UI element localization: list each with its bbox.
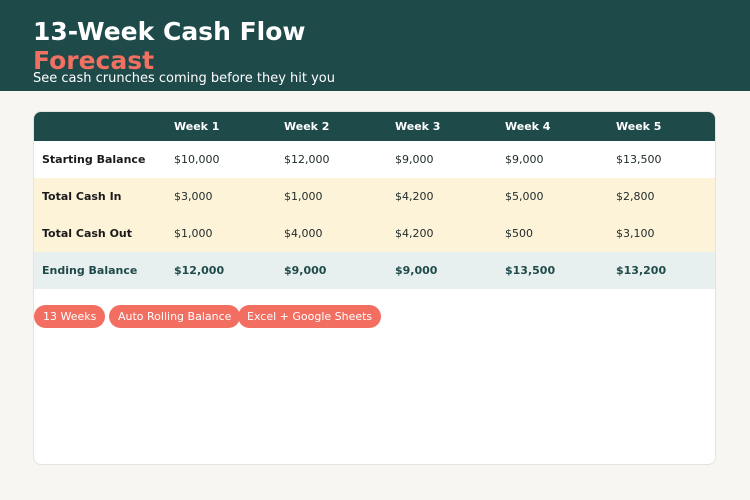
page-subtitle: See cash crunches coming before they hit… xyxy=(33,71,335,86)
table-cell: $13,500 xyxy=(505,264,556,277)
table-row-starting-balance: Starting Balance $10,000 $12,000 $9,000 … xyxy=(34,141,715,178)
table-cell: $9,000 xyxy=(505,153,544,166)
table-cell: $9,000 xyxy=(284,264,327,277)
table-row-total-cash-out: Total Cash Out $1,000 $4,000 $4,200 $500… xyxy=(34,215,715,252)
table-cell: $4,200 xyxy=(395,190,434,203)
table-header-row: Week 1 Week 2 Week 3 Week 4 Week 5 xyxy=(34,112,715,141)
row-label: Total Cash Out xyxy=(42,227,133,240)
row-label: Total Cash In xyxy=(42,190,122,203)
table-cell: $4,000 xyxy=(284,227,323,240)
column-header-week-1: Week 1 xyxy=(174,120,220,133)
table-cell: $2,800 xyxy=(616,190,655,203)
row-label: Starting Balance xyxy=(42,153,146,166)
table-cell: $9,000 xyxy=(395,264,438,277)
table-cell: $12,000 xyxy=(284,153,330,166)
cash-flow-table: Week 1 Week 2 Week 3 Week 4 Week 5 Start… xyxy=(34,112,715,289)
table-cell: $1,000 xyxy=(284,190,323,203)
page-header: 13-Week Cash Flow Forecast See cash crun… xyxy=(0,0,750,91)
table-cell: $3,100 xyxy=(616,227,655,240)
table-cell: $13,500 xyxy=(616,153,662,166)
forecast-card: Week 1 Week 2 Week 3 Week 4 Week 5 Start… xyxy=(33,111,716,465)
table-cell: $13,200 xyxy=(616,264,667,277)
row-label: Ending Balance xyxy=(42,264,138,277)
column-header-week-3: Week 3 xyxy=(395,120,441,133)
table-cell: $5,000 xyxy=(505,190,544,203)
tag-13-weeks: 13 Weeks xyxy=(34,305,106,328)
table-cell: $1,000 xyxy=(174,227,213,240)
table-cell: $4,200 xyxy=(395,227,434,240)
column-header-week-5: Week 5 xyxy=(616,120,662,133)
tag-excel-google-sheets: Excel + Google Sheets xyxy=(238,305,382,328)
table-cell: $10,000 xyxy=(174,153,220,166)
table-row-total-cash-in: Total Cash In $3,000 $1,000 $4,200 $5,00… xyxy=(34,178,715,215)
table-cell: $12,000 xyxy=(174,264,225,277)
column-header-week-4: Week 4 xyxy=(505,120,551,133)
tag-auto-rolling-balance: Auto Rolling Balance xyxy=(109,305,241,328)
table-cell: $3,000 xyxy=(174,190,213,203)
table-row-ending-balance: Ending Balance $12,000 $9,000 $9,000 $13… xyxy=(34,252,715,289)
column-header-week-2: Week 2 xyxy=(284,120,330,133)
table-cell: $9,000 xyxy=(395,153,434,166)
table-cell: $500 xyxy=(505,227,533,240)
page-title: 13-Week Cash Flow xyxy=(33,17,306,46)
